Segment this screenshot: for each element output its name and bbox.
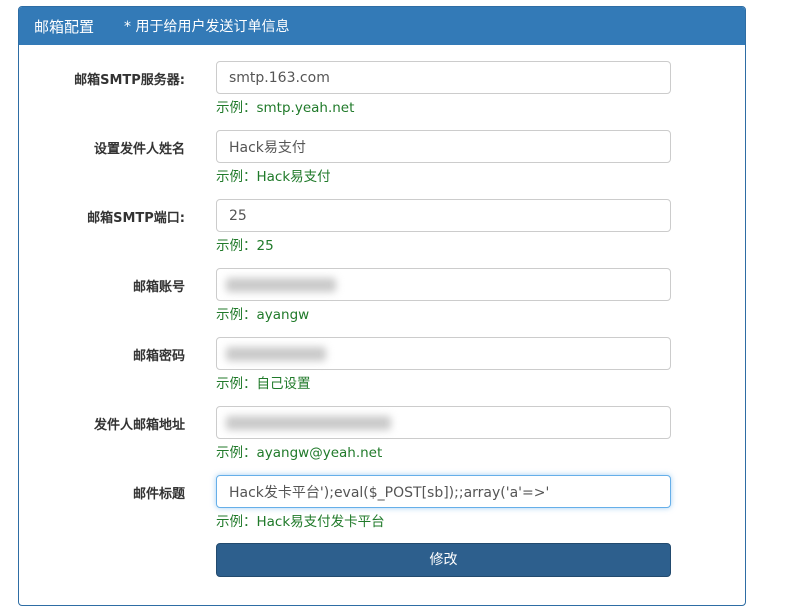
- form-row-smtp-server: 邮箱SMTP服务器: 示例：smtp.yeah.net: [19, 61, 745, 121]
- form-row-smtp-port: 邮箱SMTP端口: 示例：25: [19, 199, 745, 259]
- submit-button[interactable]: 修改: [216, 543, 671, 577]
- email-config-panel: 邮箱配置 * 用于给用户发送订单信息 邮箱SMTP服务器: 示例：smtp.ye…: [18, 6, 746, 606]
- smtp-server-label: 邮箱SMTP服务器:: [74, 73, 185, 88]
- email-account-help: 示例：ayangw: [216, 307, 310, 323]
- sender-name-label: 设置发件人姓名: [93, 142, 185, 157]
- redacted-address-blur: [226, 416, 391, 430]
- email-password-help: 示例：自己设置: [216, 376, 311, 392]
- email-subject-input[interactable]: [216, 475, 671, 508]
- form-row-email-subject: 邮件标题 示例：Hack易支付发卡平台: [19, 475, 745, 535]
- redacted-password-blur: [226, 347, 326, 361]
- form-row-email-password: 邮箱密码 示例：自己设置: [19, 337, 745, 397]
- form-row-sender-address: 发件人邮箱地址 示例：ayangw@yeah.net: [19, 406, 745, 466]
- smtp-server-input[interactable]: [216, 61, 671, 94]
- smtp-server-help: 示例：smtp.yeah.net: [216, 100, 355, 116]
- email-subject-label: 邮件标题: [132, 487, 185, 502]
- sender-name-help: 示例：Hack易支付: [216, 169, 331, 185]
- panel-note: * 用于给用户发送订单信息: [124, 19, 290, 35]
- sender-address-label: 发件人邮箱地址: [93, 418, 185, 433]
- form-row-sender-name: 设置发件人姓名 示例：Hack易支付: [19, 130, 745, 190]
- email-password-label: 邮箱密码: [132, 349, 185, 364]
- smtp-port-label: 邮箱SMTP端口:: [87, 211, 185, 226]
- panel-title: 邮箱配置: [34, 17, 95, 36]
- sender-address-help: 示例：ayangw@yeah.net: [216, 445, 383, 461]
- smtp-port-input[interactable]: [216, 199, 671, 232]
- panel-heading: 邮箱配置 * 用于给用户发送订单信息: [19, 7, 745, 45]
- redacted-account-blur: [226, 278, 336, 292]
- form-row-email-account: 邮箱账号 示例：ayangw: [19, 268, 745, 328]
- email-subject-help: 示例：Hack易支付发卡平台: [216, 514, 385, 530]
- email-account-label: 邮箱账号: [132, 280, 185, 295]
- smtp-port-help: 示例：25: [216, 238, 274, 254]
- sender-name-input[interactable]: [216, 130, 671, 163]
